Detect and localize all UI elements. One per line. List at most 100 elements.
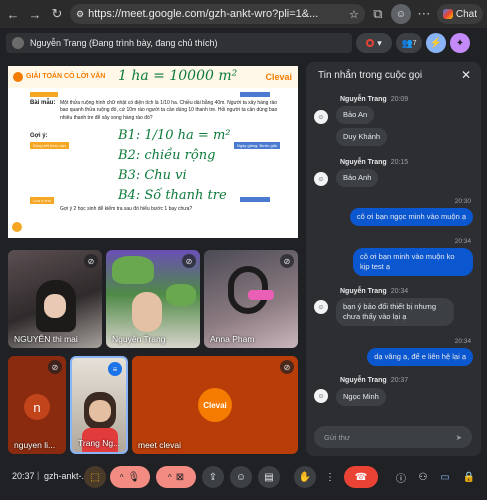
present-screen-button[interactable]: ⇪ [202, 466, 224, 488]
avatar [89, 400, 111, 422]
clevai-logo: Clevai [198, 388, 232, 422]
meeting-code: gzh-ankt-... [44, 471, 90, 481]
record-icon [366, 39, 375, 47]
people-button[interactable]: ⚇ [414, 466, 432, 488]
pepe-sticker [112, 256, 154, 284]
speaking-icon: ≡ [108, 362, 122, 376]
more-options-button[interactable]: ⋮ [322, 466, 338, 488]
participant-name: Nguyễn Trang [112, 334, 166, 344]
raise-hand-button[interactable]: ✋ [294, 466, 316, 488]
mic-off-icon: 🎙 [127, 471, 141, 483]
lock-icon: 🔒 [462, 471, 476, 483]
mic-off-icon: ⊘ [280, 360, 294, 374]
gemini-icon[interactable]: ✦ [450, 33, 470, 53]
forward-icon[interactable]: → [26, 5, 44, 23]
message-bubble: Ngọc Minh [336, 388, 386, 406]
hang-up-icon: ☎ [354, 471, 368, 483]
message-time: 20:34 [454, 238, 471, 245]
step-3: B3: Chu vi [118, 168, 187, 183]
pepe-sticker [166, 284, 196, 306]
emoji-icon: ☺ [235, 471, 247, 483]
present-screen-icon: ⇪ [208, 471, 218, 483]
message-bubble-outgoing: cô ơi bạn minh vào muộn ko kịp test ạ [353, 248, 473, 276]
participant-tile[interactable]: Clevai ⊘ meet clevai [132, 356, 298, 454]
participant-tile[interactable]: ⊘ Anna Pham [204, 250, 298, 348]
avatar: ☺ [314, 110, 328, 124]
mic-off-icon: ⊘ [280, 254, 294, 268]
mic-off-icon: ⊘ [182, 254, 196, 268]
message-bubble-outgoing: cô ơi bạn ngọc minh vào muộn ạ [349, 208, 473, 226]
top-controls: ▾ 👥 7 ⚡ ✦ [356, 31, 484, 55]
hand-icon: ✋ [298, 471, 312, 483]
present-status-icon: ⬚ [90, 471, 100, 483]
message-bubble: Bảo Anh [336, 169, 379, 187]
leave-call-button[interactable]: ☎ [344, 466, 378, 488]
message-sender: Nguyễn Trang 20:34 [340, 288, 409, 295]
problem-text: Một thửa ruộng hình chữ nhật có diện tíc… [60, 100, 278, 121]
reload-icon[interactable]: ↻ [48, 5, 66, 23]
slide-tag-e: Lưu ý chú [30, 197, 54, 204]
activities-icon[interactable]: ⚡ [426, 33, 446, 53]
captions-button[interactable]: ▤ [258, 466, 280, 488]
url-text: https://meet.google.com/gzh-ankt-wro?pli… [88, 8, 319, 20]
menu-icon[interactable]: ⋯ [415, 5, 433, 23]
back-icon[interactable]: ← [4, 5, 22, 23]
problem-label: Bài mẫu: [30, 100, 56, 106]
record-button[interactable]: ▾ [356, 33, 392, 53]
chat-input[interactable]: Gửi thư ➤ [314, 426, 472, 448]
slide-tag-a [30, 92, 58, 97]
participants-button[interactable]: 👥 7 [396, 33, 422, 53]
slide-tag-c: Dùng kết thức cần [30, 142, 69, 149]
message-bubble: Bảo An [336, 106, 375, 124]
message-sender: Nguyễn Trang 20:37 [340, 377, 409, 384]
avatar [44, 294, 66, 318]
slide-title: GIẢI TOÁN CÓ LỜI VĂN [26, 73, 106, 80]
camera-off-icon: ⊠ [175, 471, 185, 483]
step-2: B2: chiều rộng [118, 148, 216, 163]
message-sender: Nguyễn Trang 20:09 [340, 96, 409, 103]
message-bubble-outgoing: dạ vâng ạ, để e liên hệ lại ạ [367, 348, 473, 366]
meeting-divider: | [37, 470, 40, 480]
avatar: ☺ [314, 389, 328, 403]
people-icon: ⚇ [418, 471, 428, 483]
step-1: B1: 1/10 ha = m² [118, 128, 231, 143]
message-bubble: bạn ý bảo đổi thiết bị nhưng chưa thấy v… [336, 298, 454, 326]
slide-corner-icon [12, 222, 22, 232]
participant-tile[interactable]: ≡ Trang Ng... [70, 356, 128, 454]
avatar [132, 292, 162, 332]
participant-tile[interactable]: ⊘ NGUYỄN thi mai [8, 250, 102, 348]
slide-handwritten-top: 1 ha = 10000 m² [118, 68, 238, 84]
participant-tile[interactable]: n ⊘ nguyen li... [8, 356, 66, 454]
participant-name: Trang Ng... [78, 438, 121, 448]
meeting-info-button[interactable]: ⓘ [392, 466, 410, 488]
participant-tile[interactable]: ⊘ Nguyễn Trang [106, 250, 200, 348]
extensions-icon[interactable]: ⧉ [369, 5, 387, 23]
mic-off-icon: ⊘ [84, 254, 98, 268]
avatar-initial: n [24, 394, 50, 420]
close-icon[interactable]: ✕ [461, 68, 471, 82]
chat-button[interactable]: ▭ [436, 466, 454, 488]
participant-name: NGUYỄN thi mai [14, 334, 78, 344]
handwritten-steps: B1: 1/10 ha = m² B2: chiều rộng B3: Chu … [118, 128, 248, 208]
mic-toggle-button[interactable]: ^ 🎙 [110, 466, 150, 488]
profile-avatar[interactable]: ☺ [390, 4, 411, 24]
send-icon[interactable]: ➤ [456, 433, 462, 442]
site-info-icon[interactable]: ⚙ [76, 9, 84, 20]
present-status-button[interactable]: ⬚ [84, 466, 106, 488]
slide-brand: Clevai [265, 72, 292, 82]
message-time: 20:34 [454, 338, 471, 345]
avatar: ☺ [314, 300, 328, 314]
host-controls-button[interactable]: 🔒 [460, 466, 478, 488]
camera-toggle-button[interactable]: ^ ⊠ [156, 466, 196, 488]
chat-title: Tin nhắn trong cuộc gọi [318, 70, 423, 81]
more-vert-icon: ⋮ [325, 471, 335, 483]
browser-chat-button[interactable]: Chat [436, 4, 483, 24]
browser-toolbar: ← → ↻ ⚙ https://meet.google.com/gzh-ankt… [0, 0, 487, 28]
emoji-button[interactable]: ☺ [230, 466, 252, 488]
address-bar[interactable]: ⚙ https://meet.google.com/gzh-ankt-wro?p… [70, 4, 365, 24]
presenter-avatar [12, 37, 24, 49]
star-icon[interactable]: ☆ [349, 8, 359, 21]
message-sender: Nguyễn Trang 20:15 [340, 159, 409, 166]
message-bubble: Duy Khánh [336, 128, 388, 146]
presenter-label: Nguyễn Trang (Đang trình bày, đang chủ t… [30, 38, 218, 48]
